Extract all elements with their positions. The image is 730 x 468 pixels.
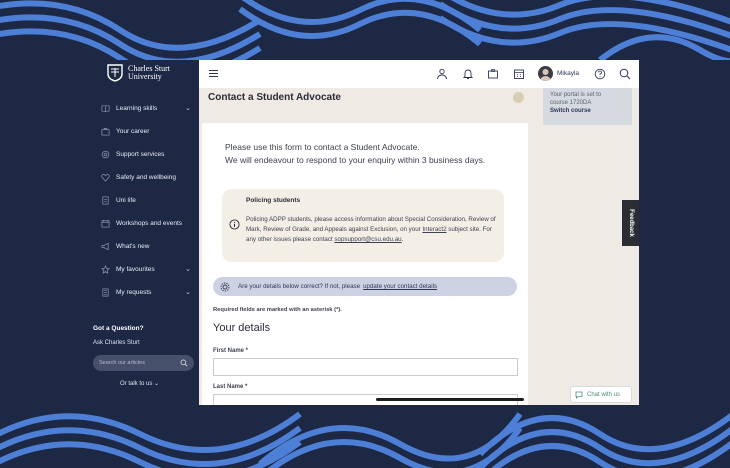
sidebar-nav: Learning skills ⌄ Your career Support se… bbox=[87, 97, 199, 304]
sidebar-item-label: Your career bbox=[116, 128, 150, 135]
logo-line-2: University bbox=[128, 72, 162, 81]
notice-text-3: . bbox=[401, 236, 404, 243]
feedback-label: Feedback bbox=[627, 209, 634, 237]
heart-icon bbox=[100, 173, 110, 183]
portal-line-1: Your portal is set to bbox=[550, 92, 602, 98]
help-icon[interactable] bbox=[592, 66, 607, 81]
question-heading: Got a Question? bbox=[93, 325, 144, 332]
first-name-field[interactable] bbox=[213, 358, 518, 376]
sidebar-item-workshops-events[interactable]: Workshops and events bbox=[87, 212, 199, 235]
portal-line-2: course 1720DA bbox=[550, 100, 592, 106]
list-icon bbox=[100, 288, 110, 298]
verify-details-banner: Are your details below correct? If not, … bbox=[213, 277, 517, 296]
decorative-pattern-bottom bbox=[0, 408, 730, 468]
sidebar-item-label: Support services bbox=[116, 151, 165, 158]
briefcase-icon bbox=[100, 127, 110, 137]
form-card: Please use this form to contact a Studen… bbox=[202, 123, 528, 405]
verify-text: Are your details below correct? If not, … bbox=[238, 283, 361, 290]
hamburger-menu-icon[interactable] bbox=[208, 68, 219, 79]
chevron-down-icon[interactable]: ⌄ bbox=[185, 265, 191, 273]
chat-label: Chat with us bbox=[587, 391, 621, 398]
intro-line-2: We will endeavour to respond to your enq… bbox=[225, 155, 486, 165]
sidebar-item-label: Uni life bbox=[116, 197, 136, 204]
sidebar-item-learning-skills[interactable]: Learning skills ⌄ bbox=[87, 97, 199, 120]
logo-text: Charles Sturt University bbox=[128, 65, 170, 81]
info-icon bbox=[229, 219, 240, 230]
required-fields-note: Required fields are marked with an aster… bbox=[213, 307, 342, 313]
book-icon bbox=[100, 104, 110, 114]
feedback-tab[interactable]: Feedback bbox=[622, 200, 639, 246]
advocate-badge-icon bbox=[513, 92, 524, 103]
avatar[interactable] bbox=[538, 66, 553, 81]
switch-course-link[interactable]: Switch course bbox=[550, 107, 625, 115]
search-placeholder: Search our articles bbox=[99, 360, 145, 366]
sidebar: Charles Sturt University Learning skills… bbox=[87, 60, 199, 405]
sidebar-item-label: Workshops and events bbox=[116, 220, 182, 227]
sidebar-item-label: My requests bbox=[116, 289, 152, 296]
support-email-link[interactable]: sopsupport@csu.edu.au bbox=[334, 236, 401, 243]
notice-body: Policing ADPP students, please access in… bbox=[246, 215, 500, 245]
calendar-icon bbox=[100, 219, 110, 229]
sidebar-item-label: Safety and wellbeing bbox=[116, 174, 176, 181]
decorative-pattern-top bbox=[0, 0, 730, 60]
calendar-icon[interactable] bbox=[511, 66, 526, 81]
megaphone-icon bbox=[100, 242, 110, 252]
sidebar-item-uni-life[interactable]: Uni life bbox=[87, 189, 199, 212]
bell-icon[interactable] bbox=[460, 66, 475, 81]
sidebar-item-label: What's new bbox=[116, 243, 150, 250]
sidebar-item-label: My favourites bbox=[116, 266, 155, 273]
university-logo[interactable]: Charles Sturt University bbox=[107, 64, 170, 82]
page-title: Contact a Student Advocate bbox=[208, 92, 341, 103]
id-card-icon[interactable] bbox=[485, 66, 500, 81]
intro-line-1: Please use this form to contact a Studen… bbox=[225, 142, 420, 152]
search-icon[interactable] bbox=[180, 359, 188, 367]
search-icon[interactable] bbox=[617, 66, 632, 81]
user-name[interactable]: Mikayla bbox=[557, 70, 579, 77]
people-icon[interactable] bbox=[434, 66, 449, 81]
chevron-down-icon[interactable]: ⌄ bbox=[185, 104, 191, 112]
chat-icon bbox=[575, 391, 583, 399]
sidebar-item-safety-wellbeing[interactable]: Safety and wellbeing bbox=[87, 166, 199, 189]
sidebar-item-your-career[interactable]: Your career bbox=[87, 120, 199, 143]
interact2-link[interactable]: Interact2 bbox=[422, 226, 446, 233]
section-title: Your details bbox=[213, 322, 271, 334]
star-icon bbox=[100, 265, 110, 275]
notice-title: Policing students bbox=[246, 197, 301, 204]
university-crest-icon bbox=[107, 64, 123, 82]
first-name-label: First Name * bbox=[213, 348, 249, 354]
sidebar-item-my-favourites[interactable]: My favourites ⌄ bbox=[87, 258, 199, 281]
chevron-down-icon[interactable]: ⌄ bbox=[185, 288, 191, 296]
top-bar: Mikayla bbox=[199, 60, 639, 88]
support-icon bbox=[100, 150, 110, 160]
gear-icon bbox=[220, 282, 230, 291]
sidebar-item-my-requests[interactable]: My requests ⌄ bbox=[87, 281, 199, 304]
update-contact-details-link[interactable]: update your contact details bbox=[363, 283, 437, 290]
main-content: Contact a Student Advocate Your portal i… bbox=[199, 88, 639, 405]
intro-text: Please use this form to contact a Studen… bbox=[225, 141, 515, 167]
sidebar-item-label: Learning skills bbox=[116, 105, 158, 112]
last-name-label: Last Name * bbox=[213, 384, 248, 390]
home-indicator bbox=[376, 398, 524, 401]
sidebar-item-whats-new[interactable]: What's new bbox=[87, 235, 199, 258]
chat-with-us-button[interactable]: Chat with us bbox=[570, 386, 632, 403]
talk-to-us-link[interactable]: Or talk to us ⌄ bbox=[120, 380, 159, 387]
search-articles-input[interactable]: Search our articles bbox=[93, 355, 194, 371]
policing-notice: Policing students Policing ADPP students… bbox=[222, 189, 504, 262]
sidebar-item-support-services[interactable]: Support services bbox=[87, 143, 199, 166]
document-icon bbox=[100, 196, 110, 206]
portal-course-panel: Your portal is set to course 1720DA Swit… bbox=[543, 88, 632, 125]
tablet-screen: Charles Sturt University Learning skills… bbox=[87, 60, 639, 405]
ask-charles-sturt-label: Ask Charles Sturt bbox=[93, 340, 140, 346]
